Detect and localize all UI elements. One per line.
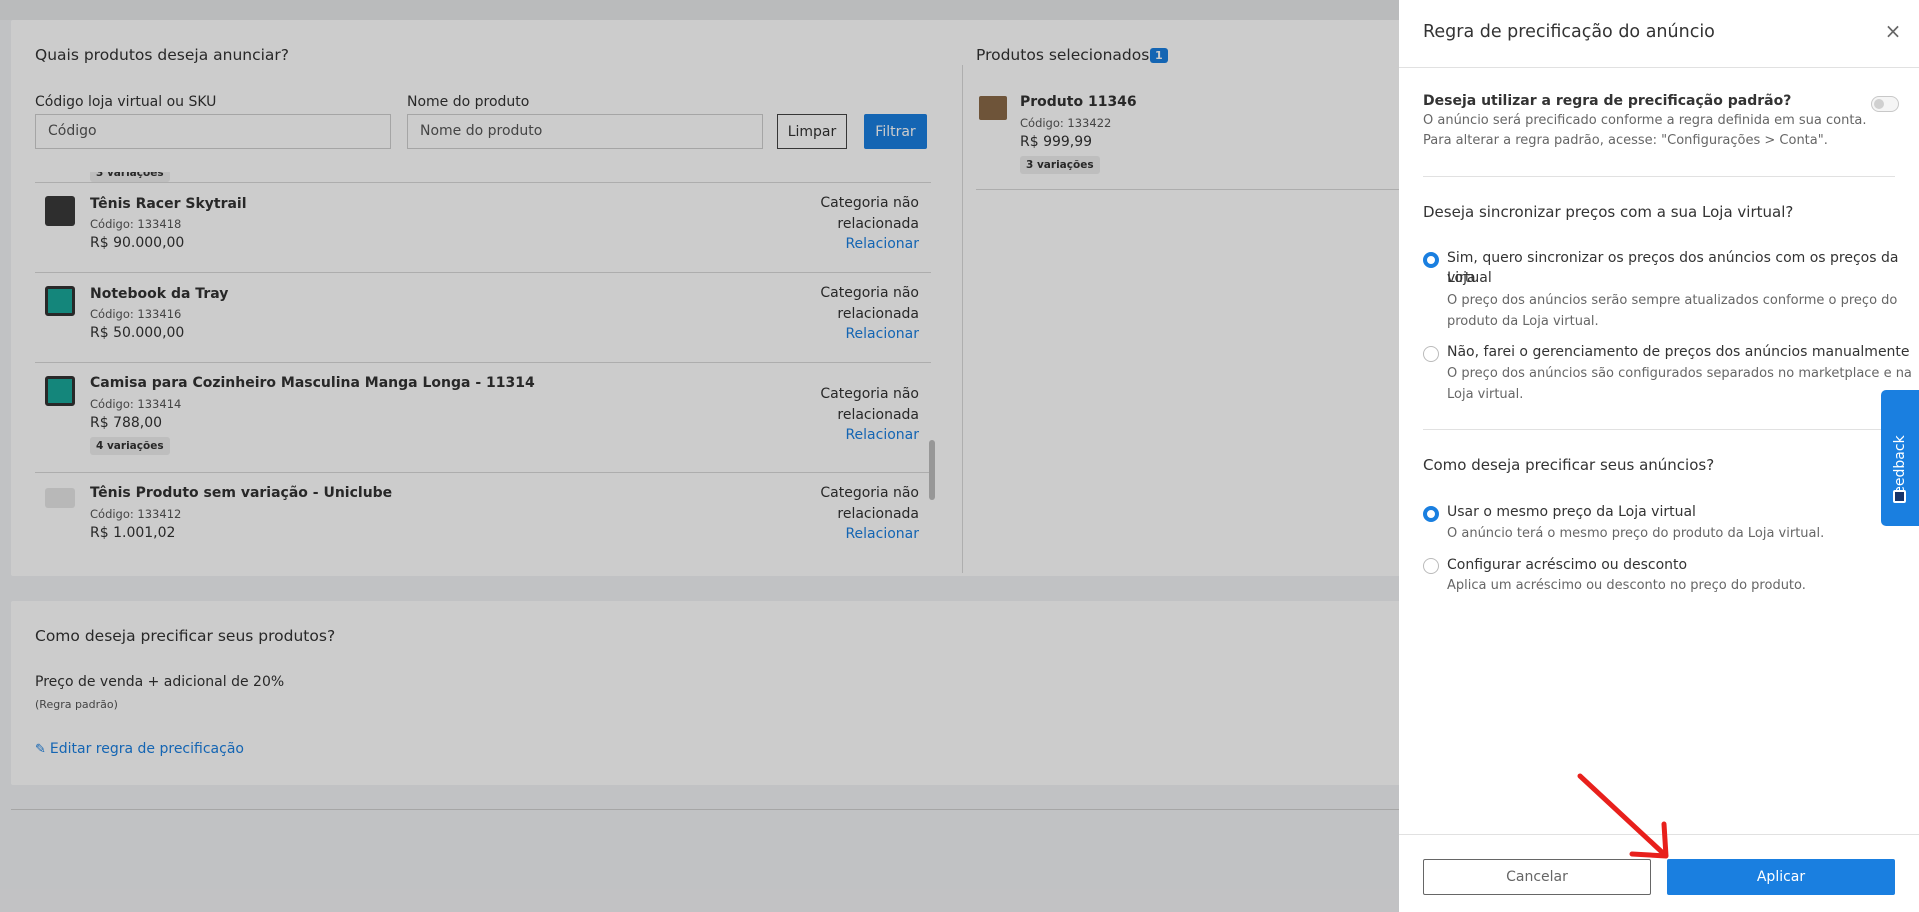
chat-icon	[1893, 490, 1906, 503]
sync-question: Deseja sincronizar preços com a sua Loja…	[1423, 203, 1794, 221]
sync-yes-label-2[interactable]: virtual	[1447, 268, 1492, 288]
feedback-tab[interactable]: Feedback	[1881, 390, 1919, 526]
apply-button[interactable]: Aplicar	[1667, 859, 1895, 895]
sync-yes-desc-1: O preço dos anúncios serão sempre atuali…	[1447, 293, 1898, 308]
annotation-arrow	[1577, 773, 1669, 859]
pricing-question: Como deseja precificar seus anúncios?	[1423, 456, 1715, 474]
same-price-label[interactable]: Usar o mesmo preço da Loja virtual	[1447, 502, 1696, 522]
sync-no-desc-2: Loja virtual.	[1447, 387, 1524, 402]
sync-yes-desc-2: produto da Loja virtual.	[1447, 314, 1599, 329]
default-rule-desc-2: Para alterar a regra padrão, acesse: "Co…	[1423, 133, 1828, 148]
adjust-price-radio[interactable]	[1423, 558, 1439, 574]
sync-no-label[interactable]: Não, farei o gerenciamento de preços dos…	[1447, 342, 1910, 362]
sync-no-radio[interactable]	[1423, 346, 1439, 362]
arrow-shaft	[1577, 773, 1667, 857]
default-rule-desc-1: O anúncio será precificado conforme a re…	[1423, 113, 1867, 128]
section-divider	[1423, 176, 1895, 177]
adjust-price-desc: Aplica um acréscimo ou desconto no preço…	[1447, 578, 1806, 593]
section-divider	[1423, 429, 1895, 430]
same-price-radio[interactable]	[1423, 506, 1439, 522]
header-divider	[1399, 67, 1919, 68]
sync-no-desc-1: O preço dos anúncios são configurados se…	[1447, 366, 1912, 381]
same-price-desc: O anúncio terá o mesmo preço do produto …	[1447, 526, 1825, 541]
adjust-price-label[interactable]: Configurar acréscimo ou desconto	[1447, 555, 1687, 575]
default-rule-question: Deseja utilizar a regra de precificação …	[1423, 93, 1792, 109]
close-icon[interactable]: ×	[1883, 21, 1903, 42]
drawer-title: Regra de precificação do anúncio	[1423, 22, 1715, 42]
sync-yes-radio[interactable]	[1423, 252, 1439, 268]
default-rule-toggle[interactable]	[1871, 96, 1899, 112]
sync-yes-label-1[interactable]: Sim, quero sincronizar os preços dos anú…	[1447, 248, 1919, 288]
